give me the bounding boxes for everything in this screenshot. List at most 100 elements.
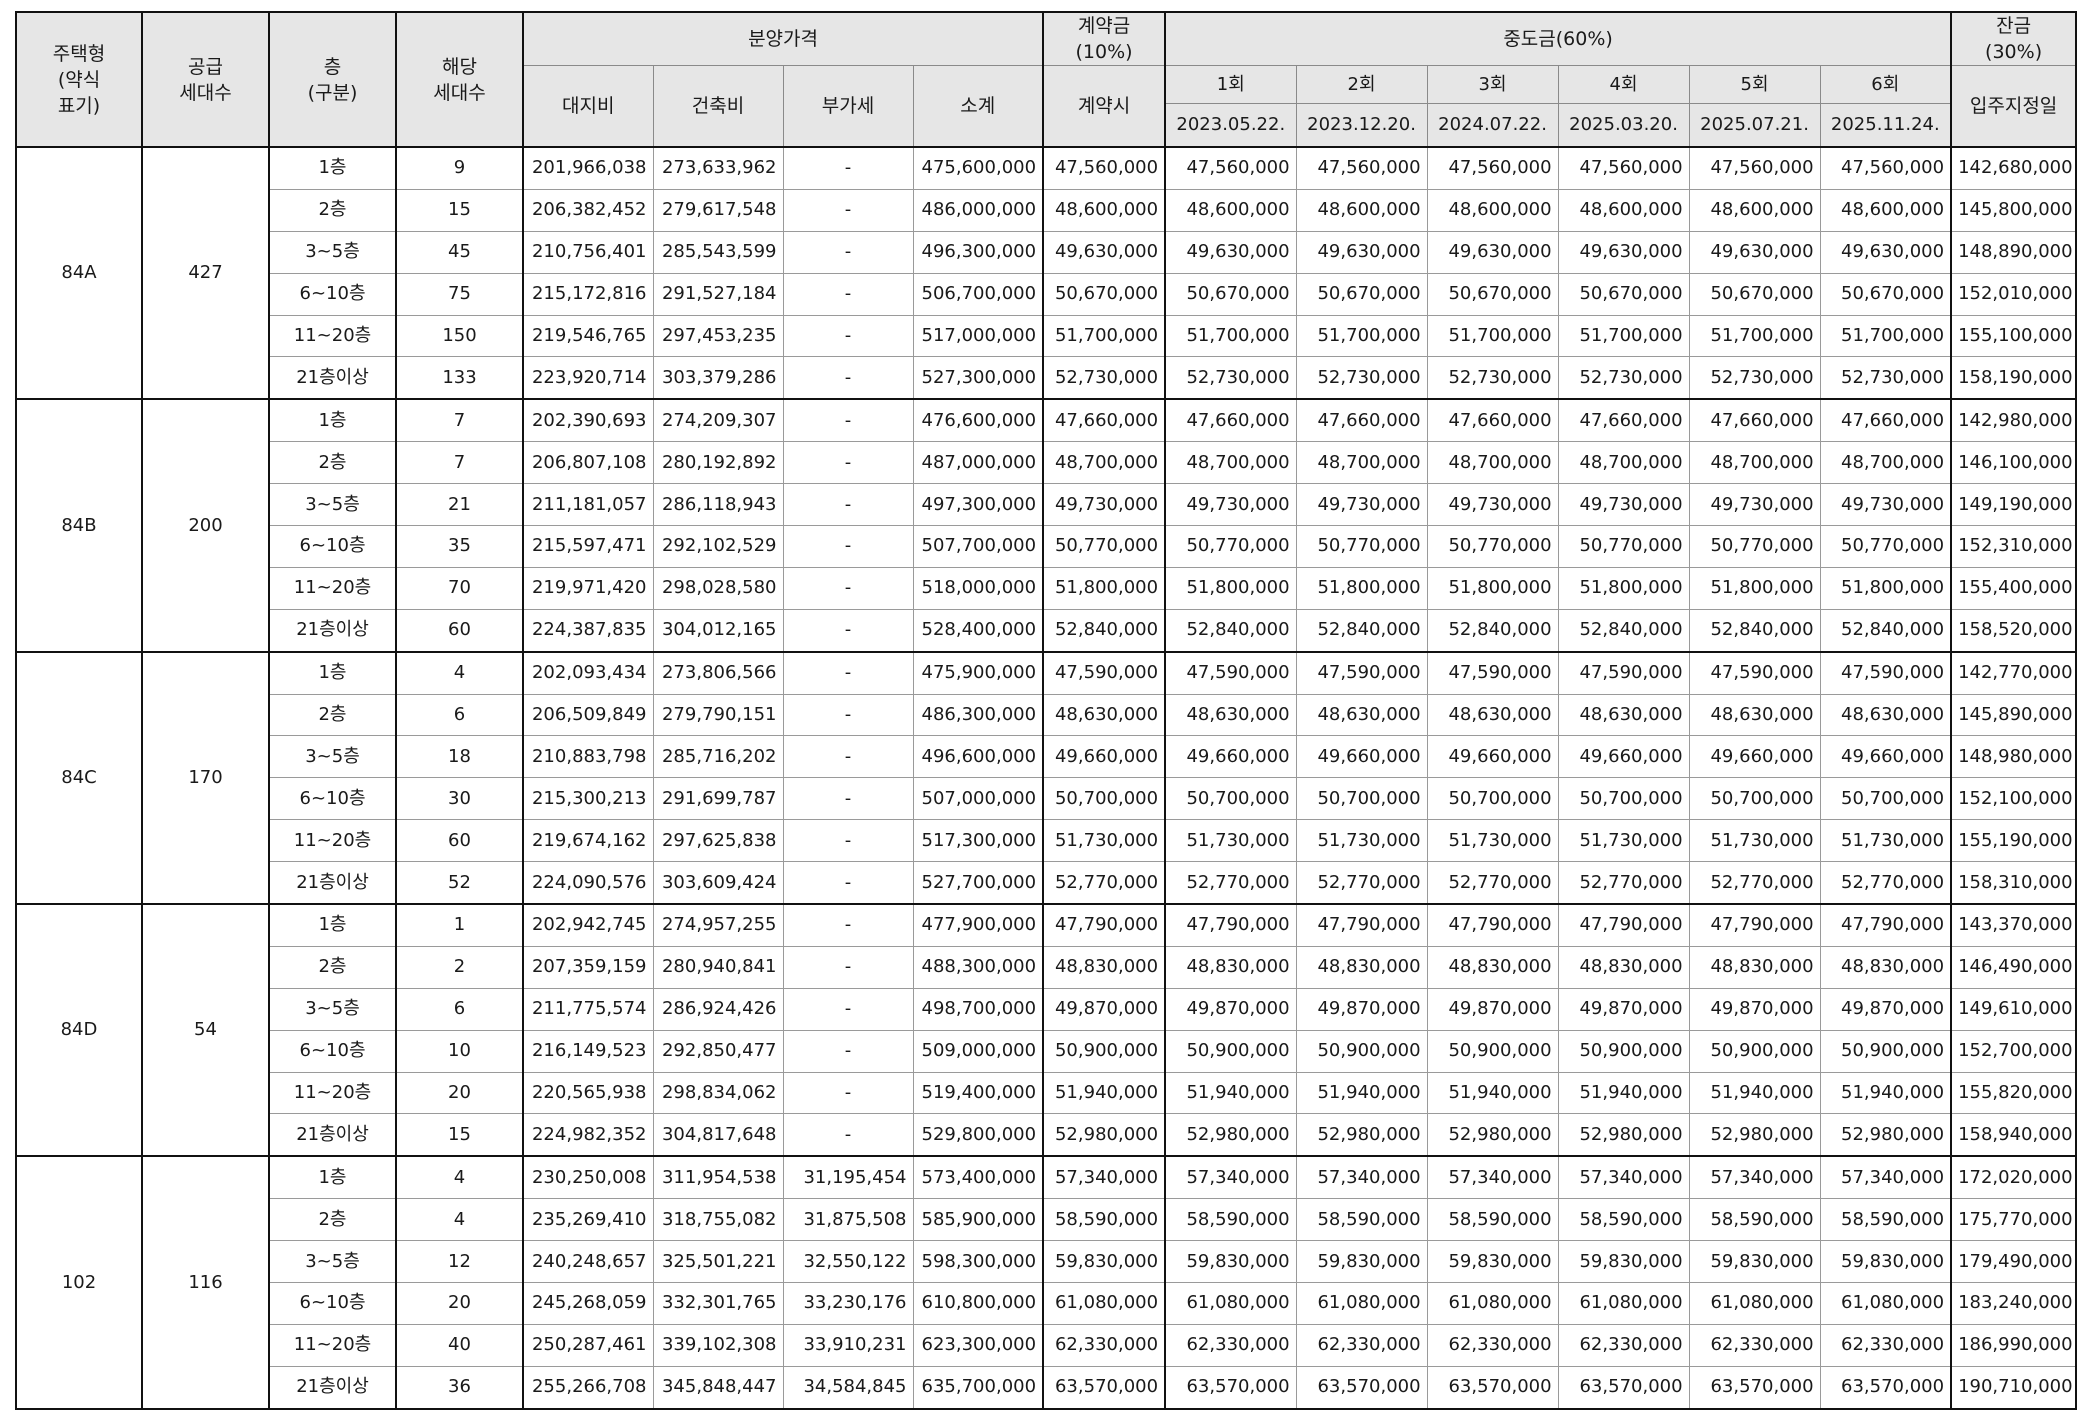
- balance-cell: 190,710,000: [1950, 1365, 2077, 1410]
- vat-cell: 31,195,454: [782, 1155, 914, 1200]
- interim-cell-4: 51,730,000: [1557, 819, 1690, 863]
- table-row: 2층 2 207,359,159 280,940,841-488,300,000 48,…: [16, 945, 2077, 989]
- interim-cell-5: 49,630,000: [1688, 230, 1821, 274]
- building-cost-cell: 332,301,765: [652, 1282, 784, 1325]
- land-cost-cell: 250,287,461: [522, 1323, 654, 1367]
- interim-cell-2: 48,830,000: [1295, 945, 1428, 989]
- header-interim-date-value-1: 2023.05.22.: [1176, 113, 1286, 135]
- contract-cell: 51,700,000: [1042, 314, 1166, 358]
- vat-cell: -: [782, 1071, 914, 1115]
- units-cell: 40: [395, 1323, 524, 1367]
- interim-cell-3: 49,870,000: [1426, 987, 1559, 1031]
- interim-cell-3: 49,730,000: [1426, 483, 1559, 527]
- units-cell: 60: [395, 819, 524, 863]
- table-row: 102 116 1층 4 230,250,008 311,954,538 31,195,45…: [15, 1155, 2077, 1410]
- interim-cell-1: 50,700,000: [1164, 777, 1297, 821]
- building-cost-cell: 325,501,221: [652, 1240, 784, 1284]
- building-cost-cell: 285,716,202: [652, 735, 784, 779]
- interim-cell-6: 47,790,000: [1819, 903, 1952, 947]
- table-row: 2층 4 235,269,410 318,755,082 31,875,508 585,9…: [16, 1198, 2077, 1242]
- subtotal-cell: 506,700,000: [912, 272, 1044, 316]
- interim-cell-5: 50,700,000: [1688, 777, 1821, 821]
- floor-cell: 21층이상: [268, 1113, 397, 1157]
- table-row: 3~5층 6 211,775,574 286,924,426-498,700,000 4…: [16, 987, 2077, 1031]
- units-cell: 133: [395, 356, 524, 400]
- interim-cell-1: 50,770,000: [1164, 525, 1297, 568]
- interim-cell-3: 47,660,000: [1426, 398, 1559, 443]
- floor-cell: 3~5층: [268, 987, 397, 1031]
- interim-cell-6: 50,670,000: [1819, 272, 1952, 316]
- interim-cell-4: 47,660,000: [1557, 398, 1690, 443]
- floor-cell: 21층이상: [268, 608, 397, 653]
- floor-cell: 1층: [268, 1155, 397, 1200]
- subtotal-cell: 487,000,000: [912, 441, 1044, 485]
- interim-cell-5: 48,600,000: [1688, 188, 1821, 232]
- interim-cell-3: 51,800,000: [1426, 566, 1559, 610]
- interim-cell-1: 62,330,000: [1164, 1323, 1297, 1367]
- balance-cell: 158,310,000: [1950, 861, 2077, 905]
- interim-cell-6: 49,870,000: [1819, 987, 1952, 1031]
- interim-cell-4: 51,940,000: [1557, 1071, 1690, 1115]
- vat-cell: -: [782, 777, 914, 821]
- interim-cell-2: 58,590,000: [1295, 1198, 1428, 1242]
- interim-cell-3: 63,570,000: [1426, 1365, 1559, 1410]
- table-row: 6~10층 20 245,268,059 332,301,765 33,230,176 6…: [16, 1282, 2077, 1325]
- supply-units-cell: 200: [141, 398, 270, 653]
- units-cell: 36: [395, 1365, 524, 1410]
- building-cost-cell: 286,924,426: [652, 987, 784, 1031]
- building-cost-cell: 298,028,580: [652, 566, 784, 610]
- table-row: 6~10층 35 215,597,471 292,102,529-507,700,00…: [16, 525, 2077, 568]
- floor-cell: 6~10층: [268, 777, 397, 821]
- land-cost-cell: 206,807,108: [522, 441, 654, 485]
- units-cell: 20: [395, 1282, 524, 1325]
- contract-cell: 52,770,000: [1042, 861, 1166, 905]
- vat-cell: -: [782, 230, 914, 274]
- interim-cell-3: 49,660,000: [1426, 735, 1559, 779]
- interim-cell-6: 47,660,000: [1819, 398, 1952, 443]
- interim-cell-1: 61,080,000: [1164, 1282, 1297, 1325]
- units-cell: 6: [395, 987, 524, 1031]
- land-cost-cell: 235,269,410: [522, 1198, 654, 1242]
- building-cost-cell: 298,834,062: [652, 1071, 784, 1115]
- subtotal-cell: 476,600,000: [912, 398, 1044, 443]
- interim-cell-4: 52,730,000: [1557, 356, 1690, 400]
- table-header: 주택형 (약식 표기) 공급 세대수 층 (구분) 해당 세대수 분양가격 계약금 (10%…: [15, 11, 2077, 148]
- interim-cell-2: 49,660,000: [1295, 735, 1428, 779]
- vat-cell: 32,550,122: [782, 1240, 914, 1284]
- interim-cell-5: 47,790,000: [1688, 903, 1821, 947]
- building-cost-cell: 292,850,477: [652, 1029, 784, 1073]
- interim-cell-1: 49,730,000: [1164, 483, 1297, 527]
- subtotal-cell: 635,700,000: [912, 1365, 1044, 1410]
- units-cell: 4: [395, 1198, 524, 1242]
- building-cost-cell: 297,453,235: [652, 314, 784, 358]
- interim-cell-6: 49,730,000: [1819, 483, 1952, 527]
- building-cost-cell: 274,957,255: [652, 903, 784, 947]
- land-cost-cell: 220,565,938: [522, 1071, 654, 1115]
- contract-cell: 57,340,000: [1042, 1155, 1166, 1200]
- balance-cell: 146,490,000: [1950, 945, 2077, 989]
- interim-cell-1: 50,670,000: [1164, 272, 1297, 316]
- header-interim-round-4: 4회: [1559, 67, 1689, 104]
- building-cost-cell: 339,102,308: [652, 1323, 784, 1367]
- balance-cell: 146,100,000: [1950, 441, 2077, 485]
- units-cell: 9: [395, 145, 524, 190]
- header-interim-date-value-5: 2025.07.21.: [1700, 113, 1809, 135]
- land-cost-cell: 240,248,657: [522, 1240, 654, 1284]
- balance-cell: 155,820,000: [1950, 1071, 2077, 1115]
- interim-cell-3: 59,830,000: [1426, 1240, 1559, 1284]
- table-row: 84B 200 1층 7 202,390,693 274,209,307-476,600,…: [15, 398, 2077, 653]
- contract-cell: 50,670,000: [1042, 272, 1166, 316]
- vat-cell: -: [782, 735, 914, 779]
- contract-cell: 52,840,000: [1042, 608, 1166, 653]
- supply-units-cell: 54: [141, 903, 270, 1158]
- floor-cell: 1층: [268, 903, 397, 947]
- interim-cell-2: 47,560,000: [1295, 145, 1428, 190]
- balance-cell: 152,100,000: [1950, 777, 2077, 821]
- header-interim-round-3: 3회: [1428, 67, 1558, 104]
- floor-cell: 6~10층: [268, 1029, 397, 1073]
- header-interim-round-5: 5회: [1690, 67, 1820, 104]
- subtotal-cell: 507,000,000: [912, 777, 1044, 821]
- table-row: 11~20층 40 250,287,461 339,102,308 33,910,231…: [16, 1323, 2077, 1367]
- table-row: 3~5층 45 210,756,401 285,543,599-496,300,000…: [16, 230, 2077, 274]
- units-cell: 52: [395, 861, 524, 905]
